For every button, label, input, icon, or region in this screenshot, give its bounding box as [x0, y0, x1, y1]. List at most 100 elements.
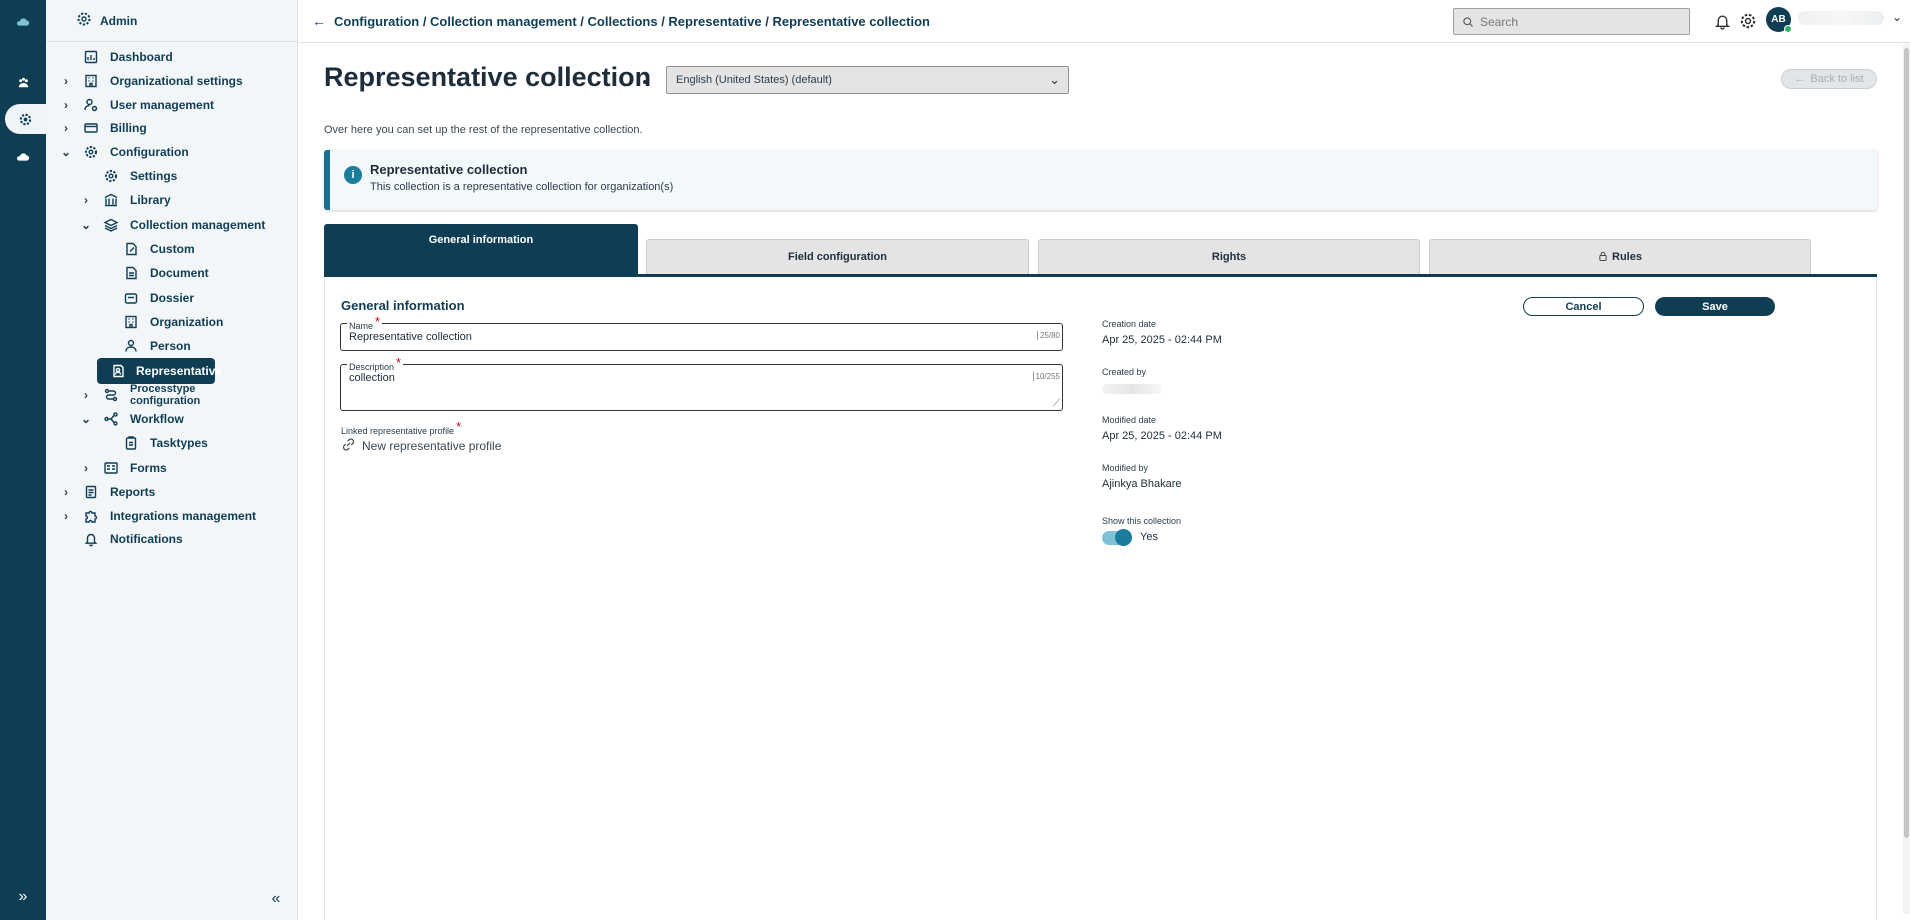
name-input[interactable]: Representative collection	[349, 331, 472, 343]
sidebar-item-dossier[interactable]: Dossier	[100, 285, 194, 311]
description-char-counter: 10/255	[1032, 372, 1060, 381]
chevron-right-icon[interactable]: ›	[80, 461, 92, 475]
back-arrow-icon[interactable]: ←	[312, 13, 326, 29]
intro-text: Over here you can set up the rest of the…	[324, 124, 643, 136]
modified-date-label: Modified date	[1102, 415, 1157, 425]
chevron-down-icon[interactable]: ⌄	[60, 145, 72, 159]
sidebar-item-reports[interactable]: › Reports	[60, 479, 155, 505]
sidebar-item-custom[interactable]: Custom	[100, 236, 195, 262]
sidebar-item-settings[interactable]: Settings	[80, 163, 177, 189]
sidebar-item-person[interactable]: Person	[100, 333, 191, 359]
tab-general-information[interactable]: General information	[324, 224, 638, 274]
chevron-right-icon[interactable]: ›	[60, 121, 72, 135]
sidebar-item-tasktypes[interactable]: Tasktypes	[100, 430, 208, 456]
sidebar-item-representative[interactable]: Representative	[97, 358, 222, 384]
tab-field-configuration[interactable]: Field configuration	[646, 239, 1029, 274]
description-textarea[interactable]: collection	[349, 372, 395, 384]
representative-icon	[110, 362, 126, 380]
person-icon	[122, 337, 140, 355]
arrow-left-icon: ←	[1794, 73, 1806, 85]
sidebar-item-collection-management[interactable]: ⌄ Collection management	[80, 212, 265, 238]
sidebar-item-label: Organizational settings	[110, 74, 243, 88]
settings-gear-icon[interactable]	[1737, 10, 1759, 32]
resize-handle-icon[interactable]: ⟋	[1053, 399, 1060, 409]
sidebar-item-label-line1: Processtype	[130, 383, 196, 395]
sidebar-item-configuration[interactable]: ⌄ Configuration	[60, 139, 189, 165]
chevron-right-icon[interactable]: ›	[60, 509, 72, 523]
sidebar-item-document[interactable]: Document	[100, 260, 209, 286]
report-icon	[82, 483, 100, 501]
tab-label: Rules	[1612, 251, 1642, 263]
breadcrumb[interactable]: Configuration / Collection management / …	[334, 14, 930, 29]
main-content: Representative collection English (Unite…	[298, 44, 1910, 920]
gear-icon[interactable]	[5, 104, 46, 134]
sidebar: Admin Dashboard › Organizational settings ›…	[46, 0, 298, 920]
sidebar-item-notifications[interactable]: Notifications	[60, 526, 183, 552]
chevron-down-icon[interactable]: ⌄	[80, 412, 92, 426]
user-name-redacted[interactable]	[1798, 11, 1884, 25]
description-field-label: Description *	[347, 355, 404, 373]
sidebar-item-billing[interactable]: › Billing	[60, 115, 147, 141]
user-gear-icon	[82, 96, 100, 114]
sidebar-item-label: Reports	[110, 485, 156, 499]
sidebar-item-organizational-settings[interactable]: › Organizational settings	[60, 68, 243, 94]
page-title: Representative collection	[324, 62, 652, 92]
sidebar-item-processtype[interactable]: › Processtype configuration	[80, 382, 200, 408]
chevron-right-icon[interactable]: ›	[60, 74, 72, 88]
chevron-right-icon[interactable]: ›	[60, 485, 72, 499]
name-field-label: Name *	[347, 314, 383, 332]
required-mark: *	[375, 314, 381, 329]
sidebar-item-workflow[interactable]: ⌄ Workflow	[80, 406, 184, 432]
sidebar-item-library[interactable]: › Library	[80, 187, 171, 213]
lock-icon	[1598, 251, 1608, 264]
page-scrollbar[interactable]	[1903, 44, 1910, 914]
sidebar-header[interactable]: Admin	[46, 0, 297, 42]
chevron-right-icon[interactable]: ›	[60, 98, 72, 112]
sidebar-item-label: Forms	[130, 461, 167, 475]
process-icon	[102, 386, 120, 404]
puzzle-icon	[82, 507, 100, 525]
search-box[interactable]	[1453, 8, 1690, 35]
paw-icon[interactable]	[8, 68, 38, 98]
info-banner-title: Representative collection	[370, 162, 528, 177]
avatar[interactable]: AB	[1766, 7, 1792, 33]
form-icon	[102, 459, 120, 477]
gear-icon	[102, 167, 120, 185]
show-collection-toggle[interactable]	[1102, 529, 1132, 546]
name-field[interactable]: Name * Representative collection 25/80	[340, 314, 1063, 351]
cloud-icon[interactable]	[8, 143, 38, 173]
language-select[interactable]: English (United States) (default) ⌄	[666, 66, 1069, 94]
created-by-redacted	[1102, 384, 1162, 394]
folder-icon	[122, 289, 140, 307]
sidebar-item-dashboard[interactable]: Dashboard	[60, 44, 173, 70]
modified-by-value: Ajinkya Bhakare	[1102, 478, 1182, 490]
info-icon: i	[344, 166, 362, 184]
back-to-list-button[interactable]: ← Back to list	[1781, 69, 1877, 89]
description-field[interactable]: Description * collection 10/255 ⟋	[340, 355, 1063, 411]
dashboard-icon	[82, 48, 100, 66]
section-title: General information	[341, 298, 465, 313]
sidebar-item-forms[interactable]: › Forms	[80, 455, 167, 481]
workflow-icon	[102, 410, 120, 428]
language-select-value: English (United States) (default)	[676, 74, 832, 86]
chevron-down-icon[interactable]: ⌄	[1892, 10, 1902, 24]
expand-rail-button[interactable]: »	[8, 888, 38, 910]
online-status-dot	[1784, 25, 1792, 33]
sidebar-item-organization[interactable]: Organization	[100, 309, 223, 335]
chevron-down-icon[interactable]: ⌄	[80, 218, 92, 232]
bell-icon[interactable]	[1711, 10, 1733, 32]
scrollbar-thumb[interactable]	[1904, 48, 1909, 838]
chevron-right-icon[interactable]: ›	[80, 193, 92, 207]
cloud-logo-icon[interactable]	[8, 8, 38, 38]
sidebar-item-label: Settings	[130, 169, 178, 183]
cancel-button[interactable]: Cancel	[1523, 297, 1644, 316]
new-representative-profile-link[interactable]: New representative profile	[341, 437, 501, 455]
creation-date-value: Apr 25, 2025 - 02:44 PM	[1102, 334, 1222, 346]
collapse-sidebar-button[interactable]: «	[265, 890, 287, 912]
sidebar-item-label: Workflow	[130, 412, 184, 426]
save-button[interactable]: Save	[1655, 297, 1775, 316]
tab-rules[interactable]: Rules	[1429, 239, 1811, 274]
tab-rights[interactable]: Rights	[1038, 239, 1420, 274]
chevron-right-icon[interactable]: ›	[80, 388, 92, 402]
search-input[interactable]	[1480, 14, 1680, 29]
